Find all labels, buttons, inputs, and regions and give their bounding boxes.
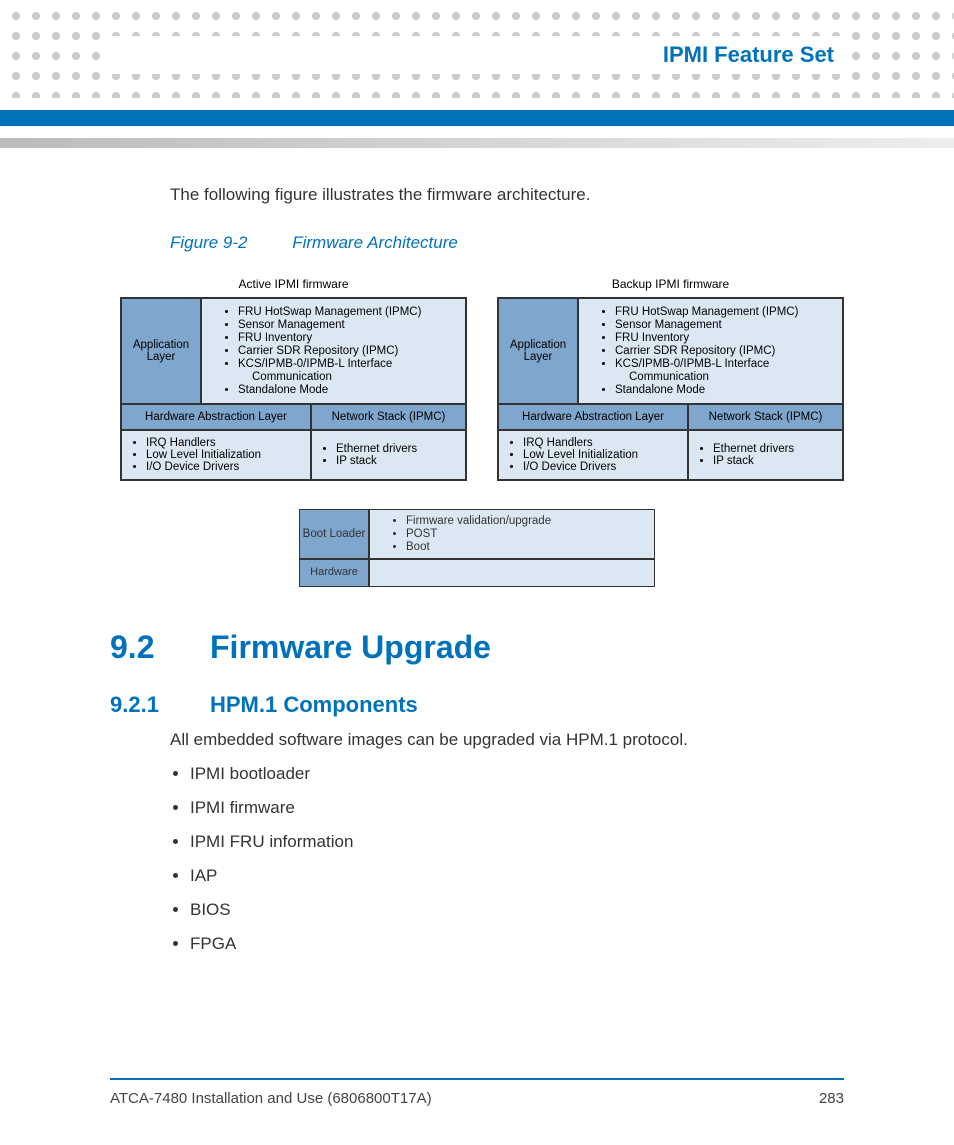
figure-title: Firmware Architecture	[292, 233, 458, 252]
section-number: 9.2	[110, 629, 210, 666]
list-item: IRQ Handlers	[146, 437, 306, 449]
backup-app-list: FRU HotSwap Management (IPMC) Sensor Man…	[578, 298, 843, 404]
active-app-list: FRU HotSwap Management (IPMC) Sensor Man…	[201, 298, 466, 404]
list-item: IRQ Handlers	[523, 437, 683, 449]
subsection-lead: All embedded software images can be upgr…	[170, 730, 844, 750]
boot-label: Boot Loader	[299, 509, 369, 559]
page-footer: ATCA-7480 Installation and Use (6806800T…	[110, 1078, 844, 1107]
backup-hal-label: Hardware Abstraction Layer	[498, 404, 688, 430]
boot-loader-block: Boot Loader Firmware validation/upgrade …	[299, 509, 655, 587]
list-item: IPMI FRU information	[190, 832, 844, 852]
backup-network-list: Ethernet drivers IP stack	[688, 430, 843, 480]
hpm-components-list: IPMI bootloader IPMI firmware IPMI FRU i…	[190, 764, 844, 954]
list-item: FRU Inventory	[238, 332, 461, 344]
active-firmware-block: Active IPMI firmware Application Layer F…	[120, 277, 467, 481]
list-item: IPMI bootloader	[190, 764, 844, 784]
header-blue-rule	[0, 110, 954, 126]
intro-text: The following figure illustrates the fir…	[170, 185, 844, 205]
list-item: Carrier SDR Repository (IPMC)	[615, 345, 838, 357]
backup-app-label: Application Layer	[498, 298, 578, 404]
list-item: IAP	[190, 866, 844, 886]
active-network-list: Ethernet drivers IP stack	[311, 430, 466, 480]
active-app-label: Application Layer	[121, 298, 201, 404]
list-item: FRU HotSwap Management (IPMC)	[615, 306, 838, 318]
list-item: Ethernet drivers	[336, 443, 417, 455]
list-item: Boot	[406, 541, 650, 553]
figure-caption: Figure 9-2 Firmware Architecture	[170, 233, 844, 253]
subsection-heading: 9.2.1 HPM.1 Components	[110, 692, 844, 718]
hardware-label: Hardware	[299, 559, 369, 587]
list-item: Communication	[238, 371, 461, 383]
backup-firmware-block: Backup IPMI firmware Application Layer F…	[497, 277, 844, 481]
list-item: FRU HotSwap Management (IPMC)	[238, 306, 461, 318]
list-item: Carrier SDR Repository (IPMC)	[238, 345, 461, 357]
backup-title: Backup IPMI firmware	[497, 277, 844, 291]
hardware-body	[369, 559, 655, 587]
subsection-number: 9.2.1	[110, 692, 210, 718]
list-item: Ethernet drivers	[713, 443, 794, 455]
list-item: Standalone Mode	[238, 384, 461, 396]
list-item: Low Level Initialization	[146, 449, 306, 461]
backup-lowlevel-list: IRQ Handlers Low Level Initialization I/…	[498, 430, 688, 480]
list-item: IP stack	[336, 455, 417, 467]
list-item: I/O Device Drivers	[146, 461, 306, 473]
footer-doc-title: ATCA-7480 Installation and Use (6806800T…	[110, 1090, 432, 1107]
section-title: Firmware Upgrade	[210, 629, 491, 666]
list-item: KCS/IPMB-0/IPMB-L Interface	[238, 358, 461, 370]
list-item: IP stack	[713, 455, 794, 467]
subsection-title: HPM.1 Components	[210, 692, 418, 718]
figure-number: Figure 9-2	[170, 233, 247, 252]
list-item: I/O Device Drivers	[523, 461, 683, 473]
header-grey-rule	[0, 138, 954, 148]
active-netstack-label: Network Stack (IPMC)	[311, 404, 466, 430]
footer-page-number: 283	[819, 1090, 844, 1107]
list-item: BIOS	[190, 900, 844, 920]
list-item: Communication	[615, 371, 838, 383]
list-item: Sensor Management	[238, 319, 461, 331]
list-item: Firmware validation/upgrade	[406, 515, 650, 527]
list-item: FRU Inventory	[615, 332, 838, 344]
section-heading: 9.2 Firmware Upgrade	[110, 629, 844, 666]
list-item: Standalone Mode	[615, 384, 838, 396]
active-hal-label: Hardware Abstraction Layer	[121, 404, 311, 430]
list-item: FPGA	[190, 934, 844, 954]
list-item: KCS/IPMB-0/IPMB-L Interface	[615, 358, 838, 370]
list-item: IPMI firmware	[190, 798, 844, 818]
boot-list: Firmware validation/upgrade POST Boot	[369, 509, 655, 559]
page-header-title: IPMI Feature Set	[663, 42, 834, 68]
page-content: The following figure illustrates the fir…	[110, 185, 844, 1055]
backup-netstack-label: Network Stack (IPMC)	[688, 404, 843, 430]
list-item: Sensor Management	[615, 319, 838, 331]
active-title: Active IPMI firmware	[120, 277, 467, 291]
active-lowlevel-list: IRQ Handlers Low Level Initialization I/…	[121, 430, 311, 480]
list-item: POST	[406, 528, 650, 540]
list-item: Low Level Initialization	[523, 449, 683, 461]
firmware-diagram: Active IPMI firmware Application Layer F…	[120, 277, 844, 481]
